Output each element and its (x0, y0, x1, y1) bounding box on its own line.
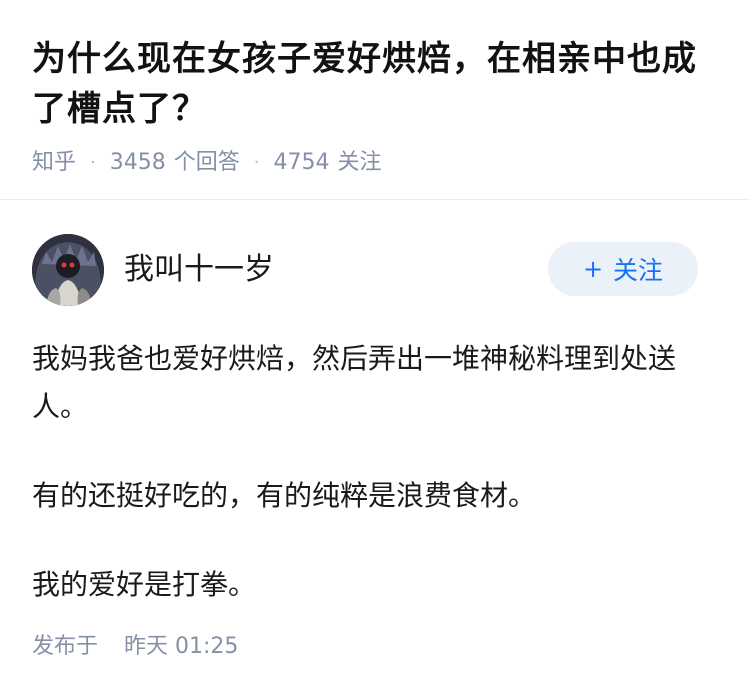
question-header: 为什么现在女孩子爱好烘焙，在相亲中也成了槽点了？ 知乎 · 3458 个回答 ·… (0, 0, 750, 178)
answer-count: 3458 (109, 150, 166, 175)
question-meta: 知乎 · 3458 个回答 · 4754 关注 (32, 148, 718, 178)
follow-count-label[interactable]: 关注 (338, 148, 382, 178)
answer-card: 我叫十一岁 + 关注 我妈我爸也爱好烘焙，然后弄出一堆神秘料理到处送人。 有的还… (0, 200, 750, 659)
source-label[interactable]: 知乎 (32, 148, 76, 178)
author-row: 我叫十一岁 + 关注 (0, 200, 750, 306)
author-name[interactable]: 我叫十一岁 (124, 250, 274, 290)
answer-count-label[interactable]: 个回答 (174, 148, 240, 178)
question-title[interactable]: 为什么现在女孩子爱好烘焙，在相亲中也成了槽点了？ (32, 34, 718, 134)
plus-icon: + (582, 255, 604, 283)
answer-paragraph: 我妈我爸也爱好烘焙，然后弄出一堆神秘料理到处送人。 (32, 342, 677, 423)
answer-paragraph: 我的爱好是打拳。 (32, 568, 257, 601)
author-avatar[interactable] (32, 234, 104, 306)
follow-count: 4754 (273, 150, 330, 175)
answer-paragraph: 有的还挺好吃的，有的纯粹是浪费食材。 (32, 479, 537, 512)
avatar-image-icon (32, 234, 104, 306)
follow-button-label: 关注 (613, 256, 664, 285)
answer-content: 我妈我爸也爱好烘焙，然后弄出一堆神秘料理到处送人。 有的还挺好吃的，有的纯粹是浪… (32, 335, 710, 650)
publish-time: 发布于 昨天 01:25 (32, 632, 238, 662)
meta-separator: · (253, 152, 260, 173)
meta-separator: · (90, 152, 96, 173)
publish-timestamp: 昨天 01:25 (124, 634, 239, 659)
publish-label: 发布于 (32, 634, 99, 659)
follow-button[interactable]: + 关注 (548, 242, 698, 296)
answer-page: 为什么现在女孩子爱好烘焙，在相亲中也成了槽点了？ 知乎 · 3458 个回答 ·… (0, 0, 750, 700)
